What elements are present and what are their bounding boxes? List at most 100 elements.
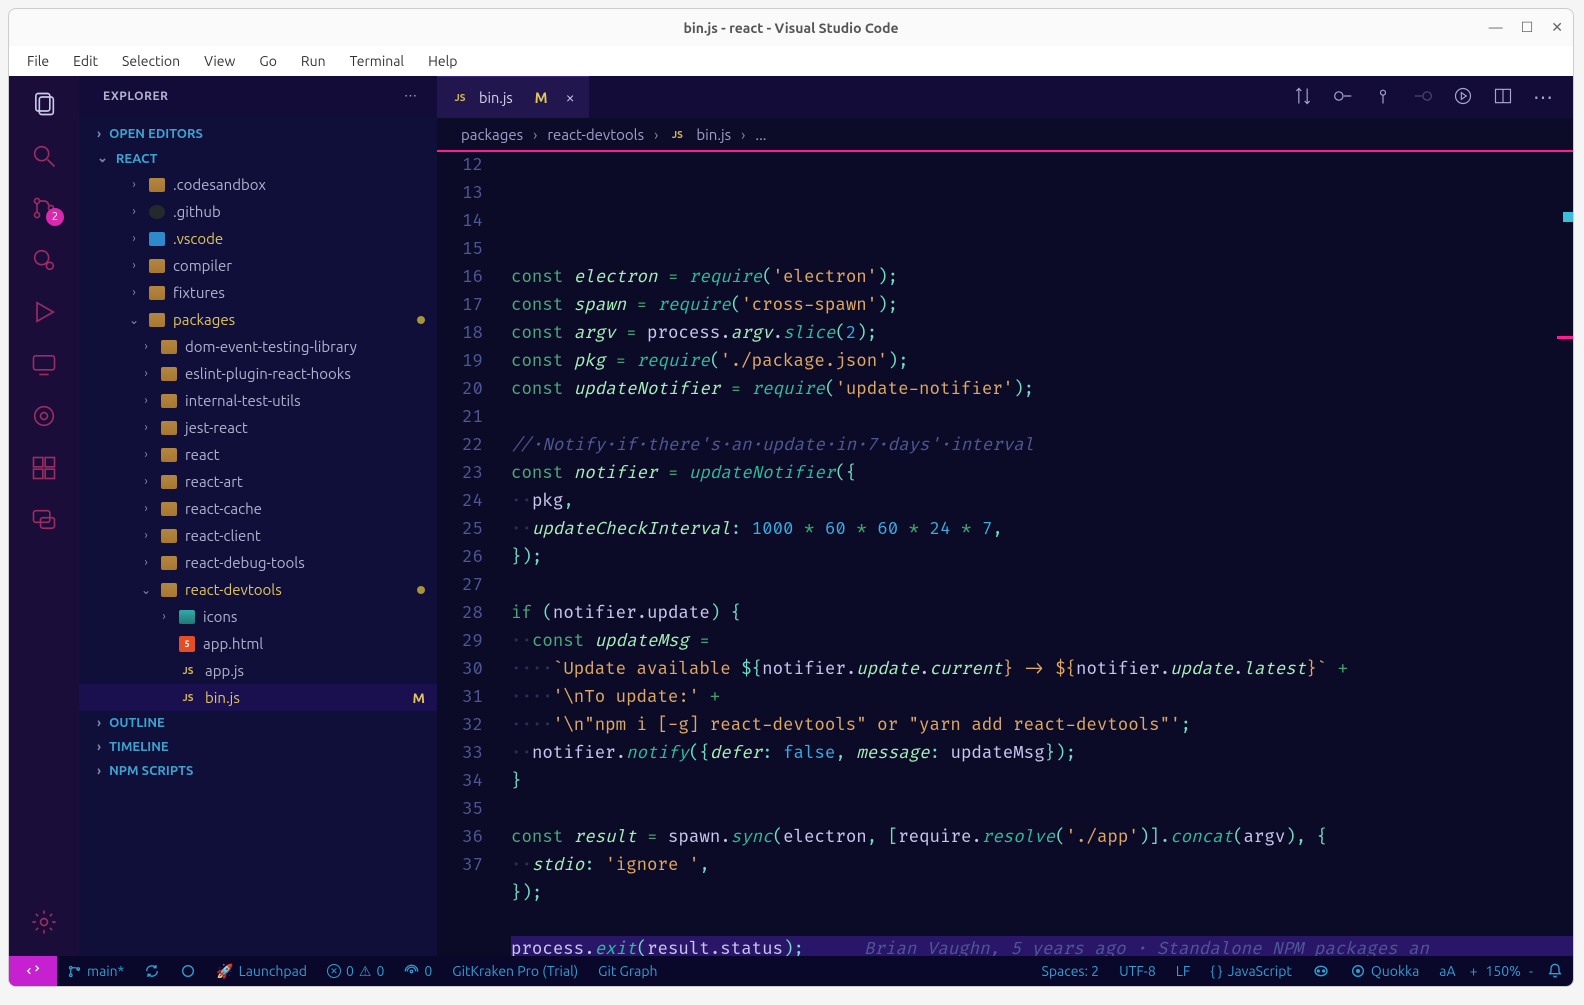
tab-binjs[interactable]: JS bin.js M × [437,76,589,118]
remote-explorer-icon[interactable] [30,350,58,378]
problems[interactable]: ✕ 0 ⚠ 0 [317,963,394,980]
tree-item-label: packages [173,311,235,328]
folder-react-client[interactable]: ›react-client [79,522,437,549]
gitlens-status-icon[interactable] [170,963,206,979]
folder-fixtures[interactable]: ›fixtures [79,279,437,306]
gitlens-icon[interactable] [30,402,58,430]
folder-internal-test-utils[interactable]: ›internal-test-utils [79,387,437,414]
folder--vscode[interactable]: ›.vscode [79,225,437,252]
remote-button[interactable] [9,956,57,986]
zoom-out[interactable]: - [1525,963,1537,979]
extensions-icon[interactable] [30,454,58,482]
chevron-right-icon: › [741,126,745,143]
crumb-react-devtools[interactable]: react-devtools [547,126,644,143]
section-outline[interactable]: ›OUTLINE [79,711,437,735]
indentation[interactable]: Spaces: 2 [1032,963,1110,979]
compare-icon[interactable] [1293,86,1313,109]
chat-icon[interactable] [30,506,58,534]
menubar: File Edit Selection View Go Run Terminal… [9,46,1573,76]
zoom-in[interactable]: + [1466,963,1482,979]
folder-icon [149,178,165,192]
file-app-html[interactable]: 5 app.html [79,630,437,657]
menu-edit[interactable]: Edit [65,50,106,72]
section-root[interactable]: ⌄REACT [79,146,437,171]
menu-run[interactable]: Run [293,50,334,72]
gitgraph[interactable]: Git Graph [588,963,667,979]
tree-item-label: dom-event-testing-library [185,338,357,355]
gitkraken[interactable]: GitKraken Pro (Trial) [442,963,588,979]
chevron-icon: › [139,529,153,542]
chevron-icon: › [127,286,141,299]
html-file-icon: 5 [179,636,195,652]
folder-react[interactable]: ›react [79,441,437,468]
crumb-file[interactable]: bin.js [696,126,731,143]
folder-dom-event-testing-library[interactable]: ›dom-event-testing-library [79,333,437,360]
sidebar-more-icon[interactable]: ⋯ [404,89,417,104]
folder-react-debug-tools[interactable]: ›react-debug-tools [79,549,437,576]
crumb-more[interactable]: ... [755,126,766,143]
source-control-icon[interactable]: 2 [30,194,58,222]
nav-up-icon[interactable] [1373,86,1393,109]
explorer-icon[interactable] [30,90,58,118]
menu-file[interactable]: File [19,50,57,72]
section-open-editors[interactable]: ›OPEN EDITORS [79,122,437,146]
tree-item-label: jest-react [185,419,248,436]
ports[interactable]: 0 [394,963,442,979]
folder-compiler[interactable]: ›compiler [79,252,437,279]
search-icon[interactable] [30,142,58,170]
language-mode[interactable]: { } JavaScript [1200,963,1302,979]
menu-terminal[interactable]: Terminal [342,50,413,72]
tree-item-label: .github [173,203,221,220]
folder-react-art[interactable]: ›react-art [79,468,437,495]
editor-more-icon[interactable]: ⋯ [1533,85,1553,109]
tree-item-label: eslint-plugin-react-hooks [185,365,351,382]
folder--github[interactable]: ›.github [79,198,437,225]
crumb-packages[interactable]: packages [461,126,523,143]
notifications-icon[interactable] [1537,963,1573,979]
tree-item-label: app.html [203,635,263,652]
section-npm[interactable]: ›NPM SCRIPTS [79,759,437,783]
nav-back-icon[interactable] [1333,86,1353,109]
encoding[interactable]: UTF-8 [1109,963,1166,979]
folder-react-cache[interactable]: ›react-cache [79,495,437,522]
menu-go[interactable]: Go [251,50,284,72]
sync-icon[interactable] [134,963,170,979]
case-sensitive[interactable]: aA [1429,963,1465,979]
search-ext-icon[interactable] [30,246,58,274]
folder-packages[interactable]: ⌄packages [79,306,437,333]
folder-eslint-plugin-react-hooks[interactable]: ›eslint-plugin-react-hooks [79,360,437,387]
tab-close-icon[interactable]: × [566,89,575,107]
minimize-icon[interactable]: — [1489,19,1503,36]
file-app-js[interactable]: JSapp.js [79,657,437,684]
nav-forward-icon[interactable] [1413,86,1433,109]
git-branch[interactable]: main* [57,963,134,979]
maximize-icon[interactable]: ☐ [1521,19,1534,36]
quokka[interactable]: Quokka [1340,963,1429,979]
run-icon[interactable] [1453,86,1473,109]
folder-icon [149,286,165,300]
menu-help[interactable]: Help [420,50,465,72]
zoom-level[interactable]: 150% [1481,963,1524,979]
code-editor[interactable]: 1213141516171819202122232425262728293031… [437,152,1573,956]
menu-selection[interactable]: Selection [114,50,188,72]
tree-item-label: react-debug-tools [185,554,305,571]
eol[interactable]: LF [1166,963,1201,979]
folder-icons[interactable]: ›icons [79,603,437,630]
folder-react-devtools[interactable]: ⌄react-devtools [79,576,437,603]
close-window-icon[interactable]: ✕ [1551,19,1563,36]
run-debug-icon[interactable] [30,298,58,326]
settings-gear-icon[interactable] [30,908,58,936]
folder-jest-react[interactable]: ›jest-react [79,414,437,441]
code-content[interactable]: const electron = require('electron');con… [501,152,1573,956]
chevron-icon: › [127,178,141,191]
folder-icon [179,610,195,624]
split-editor-icon[interactable] [1493,86,1513,109]
launchpad[interactable]: 🚀 Launchpad [206,963,317,980]
menu-view[interactable]: View [196,50,243,72]
breadcrumb[interactable]: packages › react-devtools › JS bin.js › … [437,118,1573,152]
folder--codesandbox[interactable]: ›.codesandbox [79,171,437,198]
file-bin-js[interactable]: JSbin.jsM [79,684,437,711]
chevron-icon: ⌄ [139,583,153,597]
section-timeline[interactable]: ›TIMELINE [79,735,437,759]
copilot-icon[interactable] [1302,963,1340,979]
